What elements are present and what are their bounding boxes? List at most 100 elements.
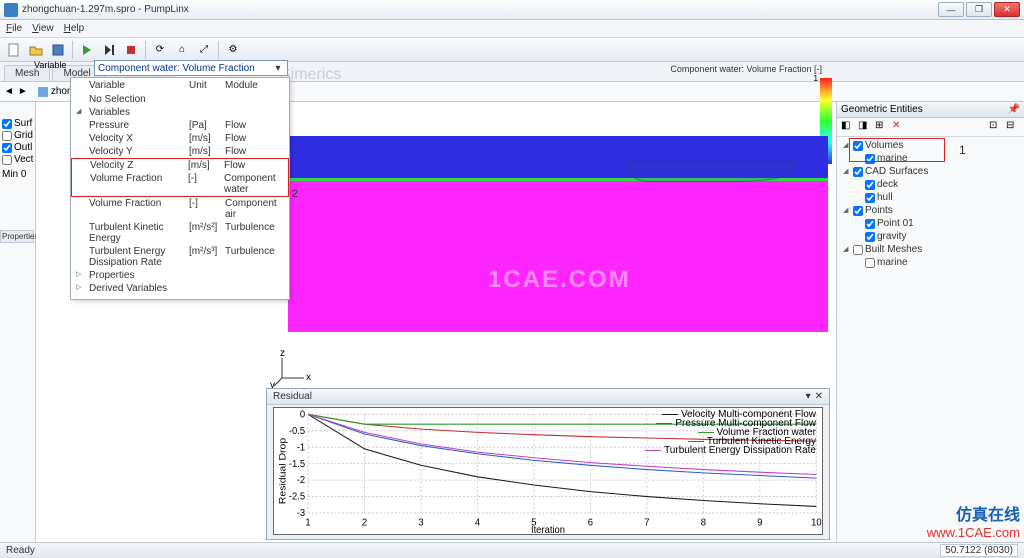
menubar: File View Help <box>0 20 1024 38</box>
tool-gear[interactable]: ⚙ <box>223 40 243 60</box>
tool-open[interactable] <box>26 40 46 60</box>
svg-text:2: 2 <box>362 517 368 529</box>
menu-help[interactable]: Help <box>64 23 85 34</box>
field-label: Component water: Volume Fraction [-] <box>670 64 822 74</box>
chart-legend: Velocity Multi-component FlowPressure Mu… <box>645 410 816 455</box>
svg-text:x: x <box>306 372 311 383</box>
geom-tool-r2[interactable]: ⊟ <box>1006 120 1020 134</box>
properties-header[interactable]: Properties <box>0 230 34 243</box>
dd-variables[interactable]: Variables <box>71 106 289 119</box>
svg-text:8: 8 <box>701 517 707 529</box>
dd-row[interactable]: Velocity Y[m/s]Flow <box>71 145 289 158</box>
annotation-1: 1 <box>959 143 966 157</box>
air-region <box>288 181 828 332</box>
app-icon <box>4 3 18 17</box>
dd-row[interactable]: Turbulent Kinetic Energy[m²/s²]Turbulenc… <box>71 221 289 245</box>
svg-text:-2: -2 <box>297 475 306 487</box>
dd-row-highlight[interactable]: Volume Fraction[-]Component water <box>72 172 288 196</box>
dd-row[interactable]: Turbulent Energy Dissipation Rate[m²/s³]… <box>71 245 289 269</box>
variable-combo[interactable]: Component water: Volume Fraction ▾ <box>94 60 288 76</box>
tool-misc2[interactable]: ⌂ <box>172 40 192 60</box>
variable-dropdown[interactable]: VariableUnitModule No Selection Variable… <box>70 77 290 300</box>
statusbar: Ready 50.7122 (8030) <box>0 542 1024 558</box>
panel-close-icon[interactable]: ✕ <box>815 391 823 402</box>
dd-properties[interactable]: Properties <box>71 269 289 282</box>
toolbar: ⟳ ⌂ ⤢ ⚙ <box>0 38 1024 62</box>
tool-save[interactable] <box>48 40 68 60</box>
svg-text:3: 3 <box>418 517 424 529</box>
chk-gravity[interactable] <box>865 232 875 242</box>
close-button[interactable]: ✕ <box>994 2 1020 17</box>
geom-tool-3[interactable]: ⊞ <box>875 120 889 134</box>
chk-meshes[interactable] <box>853 245 863 255</box>
dd-row[interactable]: Volume Fraction[-]Component air <box>71 197 289 221</box>
image-watermark: 1CAE.COM <box>488 266 631 294</box>
axis-triad: z x y <box>274 348 314 390</box>
chk-point01[interactable] <box>865 219 875 229</box>
geom-tool-r1[interactable]: ⊡ <box>989 120 1003 134</box>
geom-tree[interactable]: 1 ◢Volumes marine ◢CAD Surfaces deck hul… <box>837 137 1024 271</box>
doc-icon <box>38 87 48 97</box>
menu-view[interactable]: View <box>32 23 54 34</box>
geom-tool-del[interactable]: ✕ <box>892 120 906 134</box>
tool-step[interactable] <box>99 40 119 60</box>
svg-text:z: z <box>280 348 285 359</box>
tool-run[interactable] <box>77 40 97 60</box>
svg-text:1: 1 <box>305 517 311 529</box>
geom-toolbar: ◧ ◨ ⊞ ✕ ⊡ ⊟ <box>837 118 1024 137</box>
hull-outline <box>628 162 798 182</box>
simulation-view[interactable]: 1CAE.COM <box>288 136 828 332</box>
menu-file[interactable]: File <box>6 23 22 34</box>
status-coord: 50.7122 (8030) <box>940 544 1018 557</box>
panel-pin-icon[interactable]: 📌 <box>1008 104 1020 115</box>
chk-marine2[interactable] <box>865 258 875 268</box>
scale-max: 1 <box>814 74 818 83</box>
panel-opt-icon[interactable]: ▾ <box>806 391 811 402</box>
dd-row[interactable]: Pressure[Pa]Flow <box>71 119 289 132</box>
minimize-button[interactable]: — <box>938 2 964 17</box>
chk-cad[interactable] <box>853 167 863 177</box>
svg-text:-1: -1 <box>297 442 306 454</box>
doc-next[interactable]: ► <box>18 86 28 97</box>
dd-row[interactable]: Velocity X[m/s]Flow <box>71 132 289 145</box>
svg-text:-0.5: -0.5 <box>289 425 306 437</box>
page-watermark: 仿真在线 www.1CAE.com <box>927 501 1020 540</box>
svg-text:Iteration: Iteration <box>531 525 565 534</box>
chk-vect[interactable] <box>2 155 12 165</box>
left-panel: Surf Grid Outl Vect Min 0 Properties <box>0 102 36 542</box>
svg-text:-1.5: -1.5 <box>289 458 306 470</box>
geom-tool-1[interactable]: ◧ <box>841 120 855 134</box>
chk-outl[interactable] <box>2 143 12 153</box>
svg-text:6: 6 <box>588 517 594 529</box>
chk-surf[interactable] <box>2 119 12 129</box>
tool-misc1[interactable]: ⟳ <box>150 40 170 60</box>
chk-points[interactable] <box>853 206 863 216</box>
geom-title: Geometric Entities <box>841 104 923 115</box>
geom-tool-2[interactable]: ◨ <box>858 120 872 134</box>
variable-label: Variable <box>34 60 66 70</box>
dd-derived[interactable]: Derived Variables <box>71 282 289 295</box>
dd-noselection[interactable]: No Selection <box>71 93 289 106</box>
svg-text:-3: -3 <box>297 508 306 520</box>
residual-chart[interactable]: 123456789100-0.5-1-1.5-2-2.5-3Residual D… <box>273 407 823 535</box>
svg-text:4: 4 <box>475 517 481 529</box>
svg-text:10: 10 <box>811 517 822 529</box>
status-ready: Ready <box>6 545 35 556</box>
chk-grid[interactable] <box>2 131 12 141</box>
maximize-button[interactable]: ❐ <box>966 2 992 17</box>
geometric-entities-panel: Geometric Entities 📌 ◧ ◨ ⊞ ✕ ⊡ ⊟ 1 ◢Volum… <box>836 102 1024 542</box>
doc-prev[interactable]: ◄ <box>4 86 14 97</box>
chk-hull[interactable] <box>865 193 875 203</box>
tool-misc3[interactable]: ⤢ <box>194 40 214 60</box>
chk-deck[interactable] <box>865 180 875 190</box>
svg-text:-2.5: -2.5 <box>289 491 306 503</box>
svg-text:0: 0 <box>300 409 306 421</box>
tool-stop[interactable] <box>121 40 141 60</box>
highlight-box-1 <box>849 138 945 162</box>
tool-new[interactable] <box>4 40 24 60</box>
window-title: zhongchuan-1.297m.spro - PumpLinx <box>22 4 938 15</box>
viewport[interactable]: Variable Component water: Volume Fractio… <box>36 102 836 542</box>
svg-text:9: 9 <box>757 517 763 529</box>
residual-title: Residual <box>273 391 312 402</box>
dd-row[interactable]: Velocity Z[m/s]Flow <box>72 159 288 172</box>
